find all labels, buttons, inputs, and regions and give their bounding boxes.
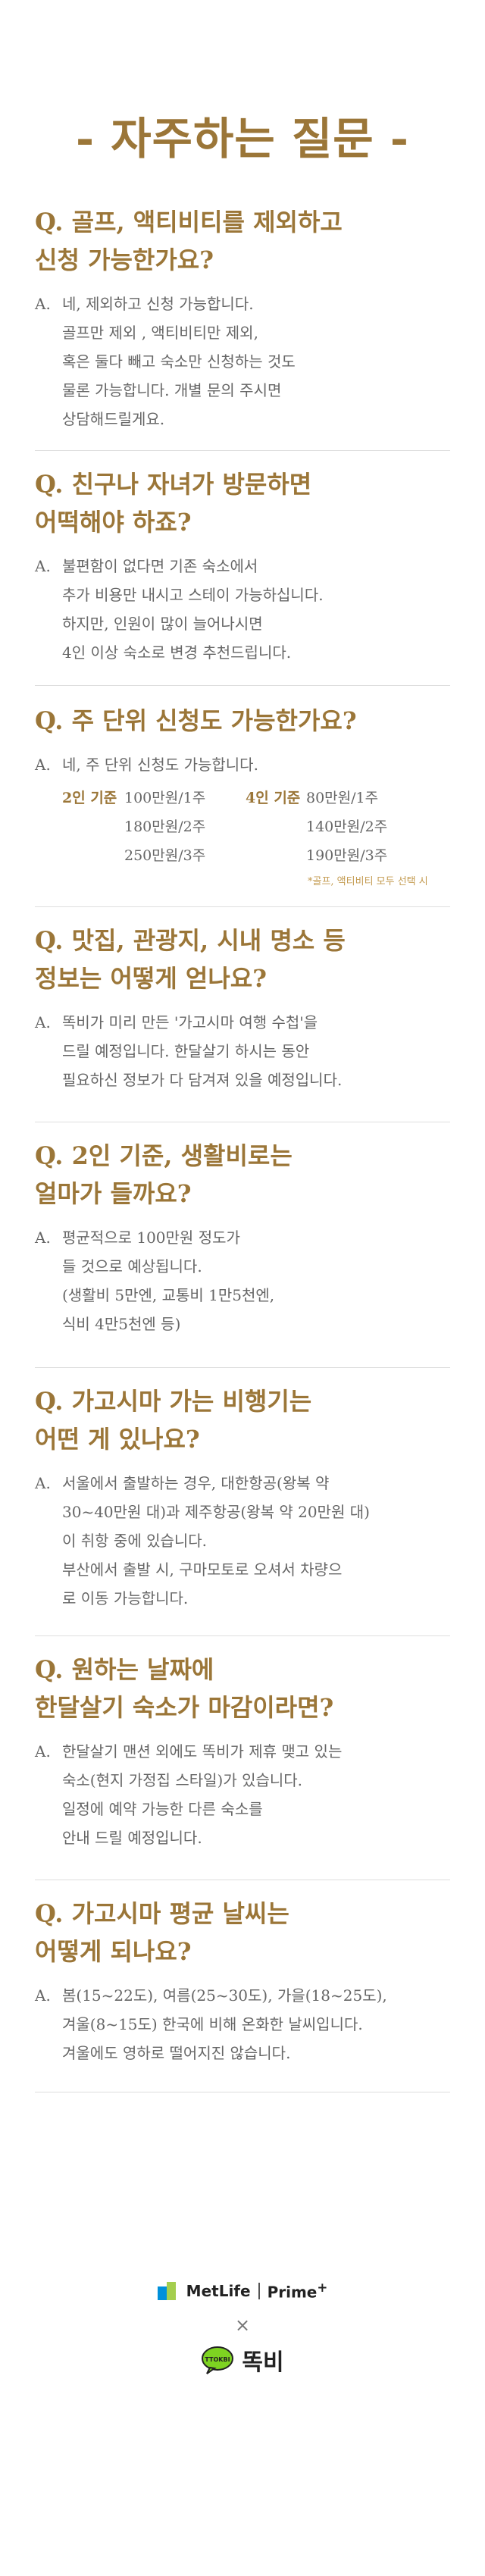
faq-item-1: Q. 골프, 액티비티를 제외하고 신청 가능한가요? A. 네, 제외하고 신… xyxy=(35,203,449,434)
footer-logos: MetLife Prime+ × TTOKBI 똑비 xyxy=(0,2278,485,2377)
faq-answer: 한달살기 맨션 외에도 똑비가 제휴 맺고 있는 숙소(현지 가정집 스타일)가… xyxy=(62,1742,343,1847)
faq-question: Q. 골프, 액티비티를 제외하고 신청 가능한가요? xyxy=(35,208,343,274)
faq-answer: 불편함이 없다면 기존 숙소에서 추가 비용만 내시고 스테이 가능하십니다. … xyxy=(62,557,324,662)
price-note: *골프, 액티비티 모두 선택 시 xyxy=(308,876,428,887)
metlife-prime-logo: MetLife Prime+ xyxy=(0,2278,485,2304)
price-2-3week: 250만원/3주 xyxy=(124,847,206,864)
faq-question: Q. 원하는 날짜에 한달살기 숙소가 마감이라면? xyxy=(35,1655,334,1722)
ttokbi-bubble-icon: TTOKBI xyxy=(202,2346,234,2374)
ttokbi-logo: TTOKBI 똑비 xyxy=(0,2343,485,2377)
answer-mark: A. xyxy=(35,1986,51,2005)
faq-page: - 자주하는 질문 - Q. 골프, 액티비티를 제외하고 신청 가능한가요? … xyxy=(0,0,485,2576)
answer-mark: A. xyxy=(35,756,51,774)
ttokbi-name: 똑비 xyxy=(242,2349,284,2376)
faq-answer: 봄(15~22도), 여름(25~30도), 가을(18~25도), 겨울(8~… xyxy=(62,1986,387,2062)
answer-mark: A. xyxy=(35,557,51,575)
logo-separator xyxy=(258,2283,260,2299)
faq-answer: 똑비가 미리 만든 '가고시마 여행 수첩'을 드릴 예정입니다. 한달살기 하… xyxy=(62,1013,343,1089)
faq-question: Q. 2인 기준, 생활비로는 얼마가 들까요? xyxy=(35,1141,293,1208)
faq-answer: 네, 제외하고 신청 가능합니다. 골프만 제외 , 액티비티만 제외, 혹은 … xyxy=(62,295,296,428)
faq-item-2: Q. 친구나 자녀가 방문하면 어떡해야 하죠? A. 불편함이 없다면 기존 … xyxy=(35,465,449,667)
divider xyxy=(35,450,450,451)
price-2-1week: 100만원/1주 xyxy=(124,790,206,806)
price-table: 2인 기준 100만원/1주 180만원/2주 250만원/3주 4인 기준 8… xyxy=(62,784,449,890)
price-4-1week: 80만원/1주 xyxy=(306,790,379,806)
faq-question: Q. 맛집, 관광지, 시내 명소 등 정보는 어떻게 얻나요? xyxy=(35,926,346,993)
price-group-label-4: 4인 기준 xyxy=(246,790,301,806)
faq-item-8: Q. 가고시마 평균 날씨는 어떻게 되나요? A. 봄(15~22도), 여름… xyxy=(35,1895,449,2067)
faq-answer: 평균적으로 100만원 정도가 들 것으로 예상됩니다. (생활비 5만엔, 교… xyxy=(62,1229,275,1333)
page-title: - 자주하는 질문 - xyxy=(76,113,409,164)
faq-question: Q. 가고시마 가는 비행기는 어떤 게 있나요? xyxy=(35,1387,312,1454)
faq-item-3: Q. 주 단위 신청도 가능한가요? A. 네, 주 단위 신청도 가능합니다.… xyxy=(35,702,449,890)
answer-mark: A. xyxy=(35,1013,51,1031)
divider xyxy=(35,685,450,686)
faq-question: Q. 친구나 자녀가 방문하면 어떡해야 하죠? xyxy=(35,470,312,537)
faq-answer: 서울에서 출발하는 경우, 대한항공(왕복 약 30~40만원 대)과 제주항공… xyxy=(62,1474,370,1607)
divider xyxy=(35,1635,450,1636)
metlife-name: MetLife xyxy=(186,2282,251,2300)
divider xyxy=(35,906,450,907)
faq-question: Q. 가고시마 평균 날씨는 어떻게 되나요? xyxy=(35,1899,289,1966)
answer-mark: A. xyxy=(35,295,51,313)
price-4-2week: 140만원/2주 xyxy=(306,818,388,835)
faq-question: Q. 주 단위 신청도 가능한가요? xyxy=(35,706,357,735)
answer-mark: A. xyxy=(35,1474,51,1492)
answer-mark: A. xyxy=(35,1229,51,1247)
faq-answer: 네, 주 단위 신청도 가능합니다. xyxy=(62,756,258,774)
faq-item-7: Q. 원하는 날짜에 한달살기 숙소가 마감이라면? A. 한달살기 맨션 외에… xyxy=(35,1651,449,1852)
times-symbol: × xyxy=(234,2315,251,2336)
metlife-mark-icon xyxy=(157,2282,179,2300)
svg-text:TTOKBI: TTOKBI xyxy=(205,2356,230,2363)
faq-item-4: Q. 맛집, 관광지, 시내 명소 등 정보는 어떻게 얻나요? A. 똑비가 … xyxy=(35,922,449,1094)
faq-item-6: Q. 가고시마 가는 비행기는 어떤 게 있나요? A. 서울에서 출발하는 경… xyxy=(35,1382,449,1613)
price-group-label-2: 2인 기준 xyxy=(62,790,117,806)
price-4-3week: 190만원/3주 xyxy=(306,847,388,864)
divider xyxy=(35,1367,450,1368)
faq-item-5: Q. 2인 기준, 생활비로는 얼마가 들까요? A. 평균적으로 100만원 … xyxy=(35,1137,449,1338)
price-2-2week: 180만원/2주 xyxy=(124,818,206,835)
answer-mark: A. xyxy=(35,1742,51,1761)
prime-name: Prime+ xyxy=(267,2280,328,2302)
